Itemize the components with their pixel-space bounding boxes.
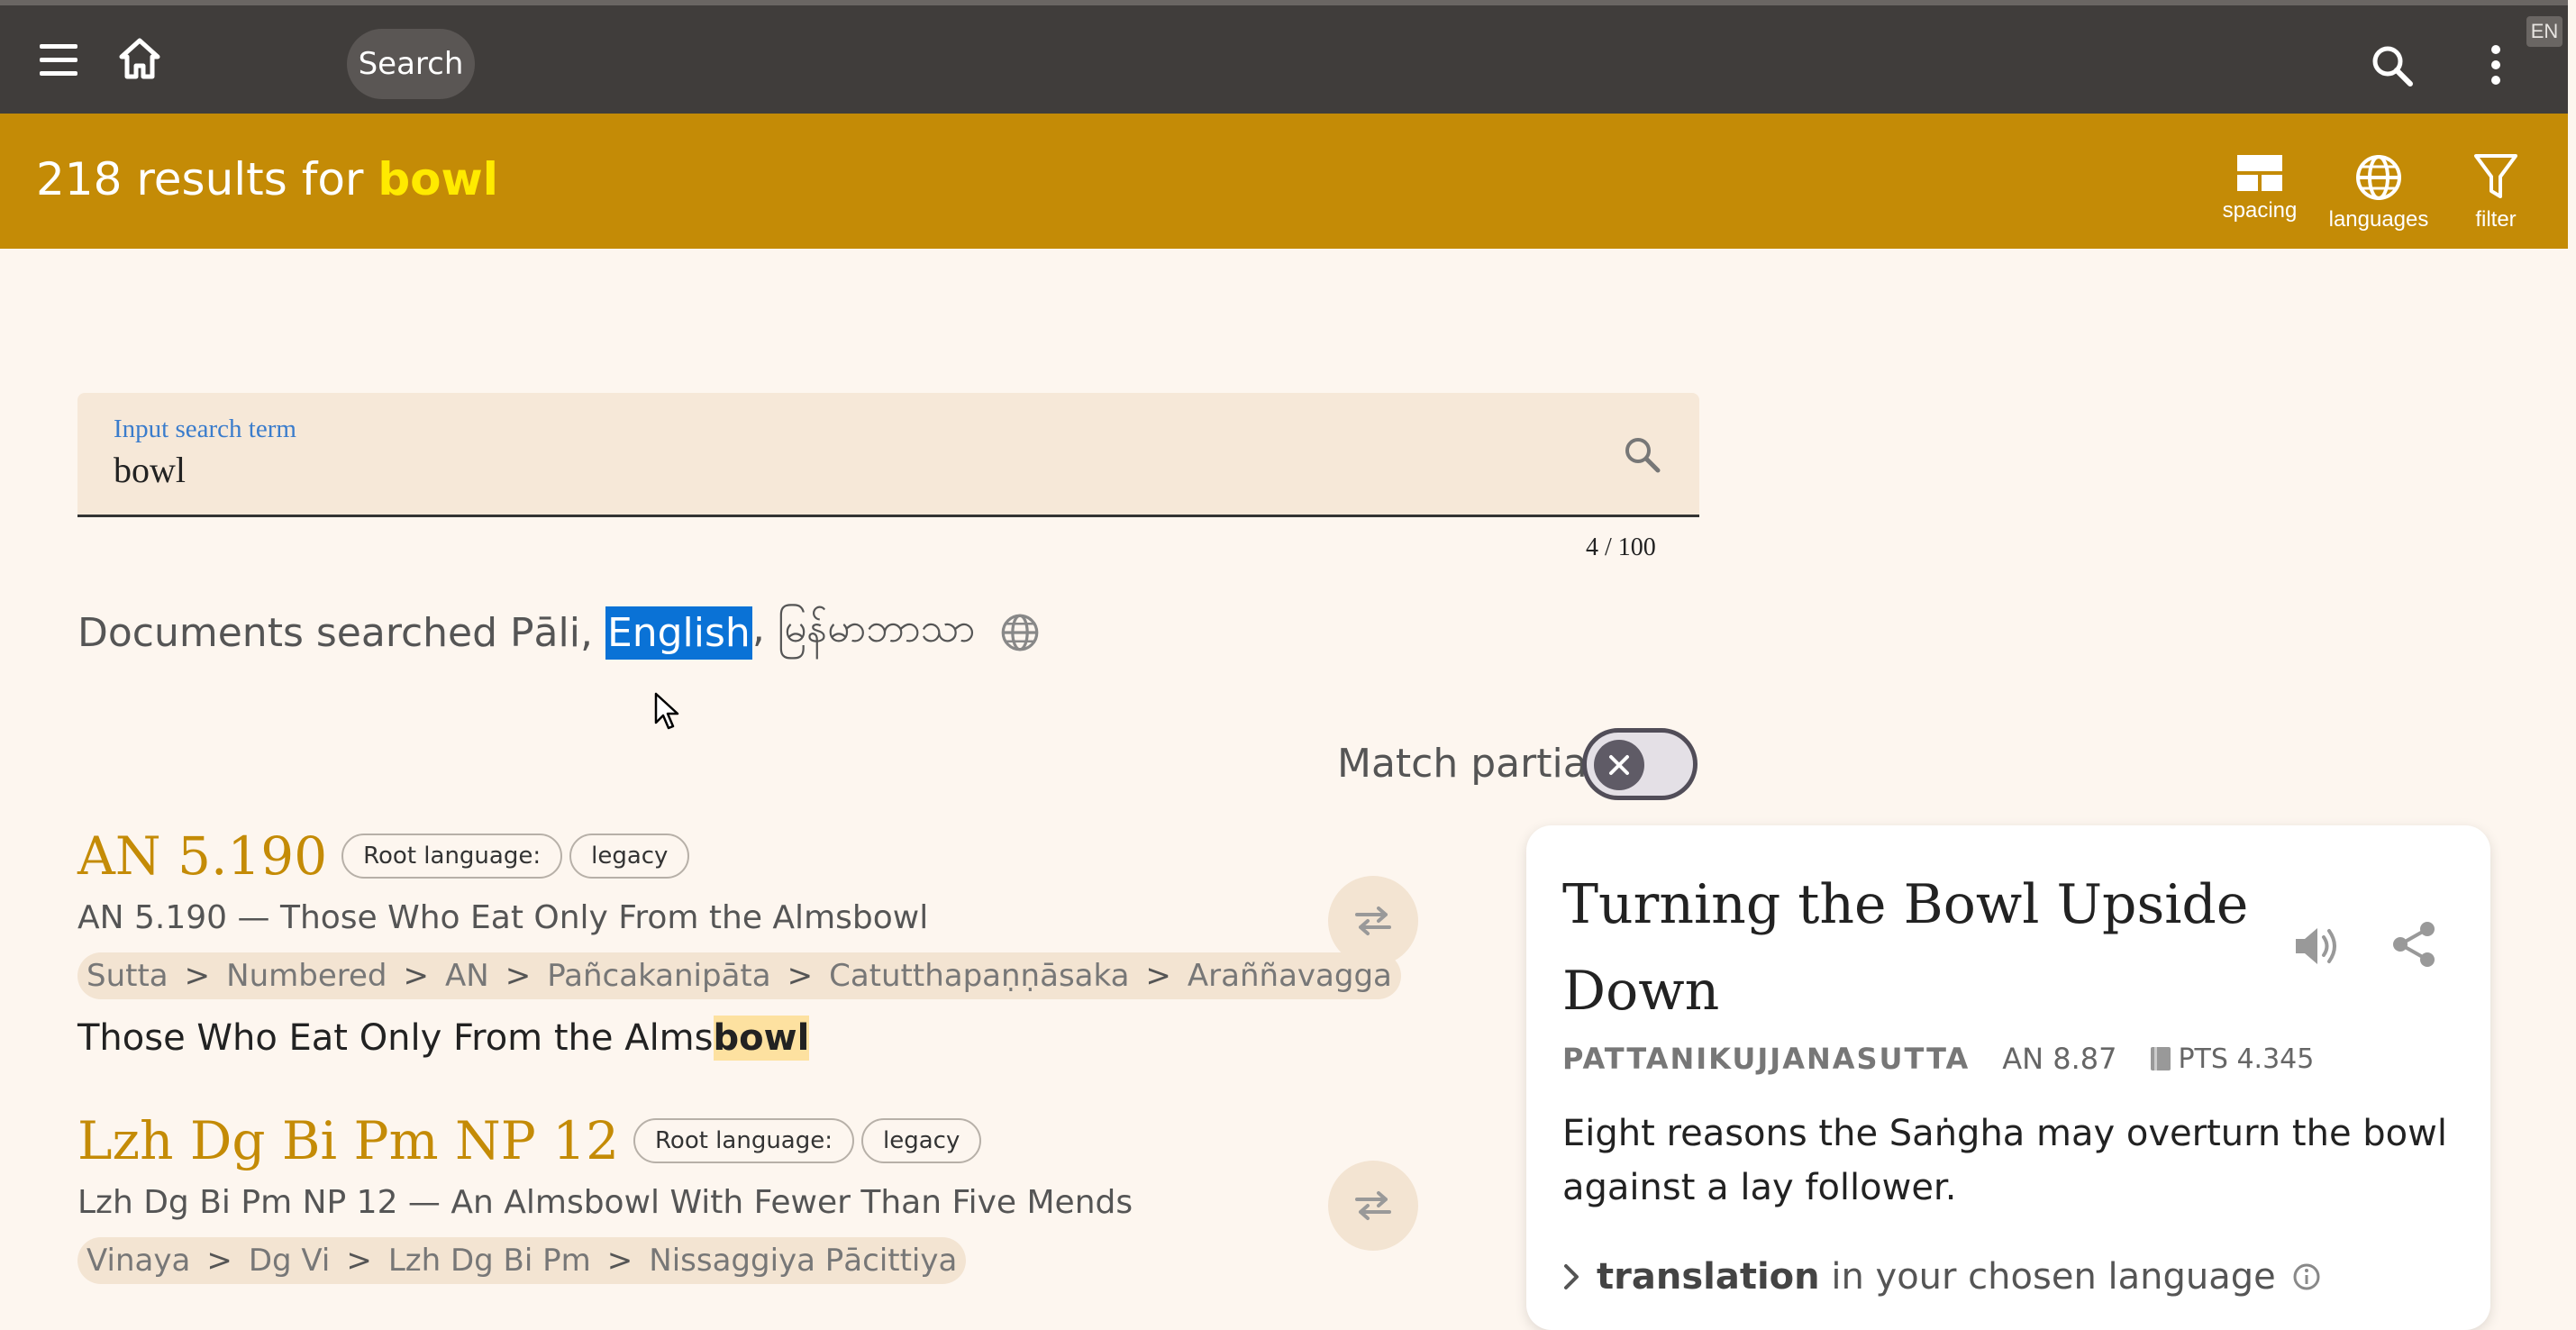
search-result: Lzh Dg Bi Pm NP 12 Root language: legacy… <box>77 1110 1133 1284</box>
filter-icon <box>2474 154 2517 198</box>
pts-text: PTS 4.345 <box>2178 1043 2315 1075</box>
search-icon[interactable] <box>1620 433 1663 476</box>
documents-searched-selected: English <box>605 606 752 660</box>
documents-searched: Documents searched Pāli, English, မြန်မာ… <box>77 604 1040 661</box>
root-language-chip: Root language: <box>633 1118 854 1163</box>
globe-icon <box>2356 155 2401 200</box>
language-badge[interactable]: EN <box>2526 16 2562 47</box>
breadcrumb: Sutta > Numbered > AN > Pañcakanipāta > Catu… <box>77 952 1401 999</box>
results-count: 218 results for <box>36 153 364 205</box>
snippet-text: Those Who Eat Only From the Alms <box>77 1017 714 1059</box>
root-language-chip: Root language: <box>341 834 563 879</box>
snippet-highlight: bowl <box>713 1016 810 1061</box>
documents-searched-suffix: , မြန်မာဘာသာ <box>751 606 976 651</box>
top-app-bar: Search EN <box>0 0 2568 114</box>
breadcrumb-item[interactable]: AN <box>445 958 489 994</box>
breadcrumb-item[interactable]: Nissaggiya Pācittiya <box>649 1243 957 1279</box>
search-input[interactable]: bowl <box>114 449 186 491</box>
search-input-field[interactable]: Input search term bowl <box>77 393 1699 517</box>
info-icon[interactable] <box>2292 1262 2321 1291</box>
breadcrumb-item[interactable]: Catutthapaṇṇāsaka <box>829 958 1129 994</box>
results-header: 218 results for bowl spacing languages f… <box>0 114 2568 249</box>
close-icon <box>1609 755 1629 775</box>
breadcrumb-item[interactable]: Lzh Dg Bi Pm <box>388 1243 591 1279</box>
filter-label: filter <box>2475 207 2517 232</box>
card-title[interactable]: Turning the Bowl Upside Down <box>1562 861 2265 1034</box>
pali-title: PATTANIKUJJANASUTTA <box>1562 1042 1971 1076</box>
spacing-label: spacing <box>2222 198 2298 223</box>
languages-label: languages <box>2328 207 2429 232</box>
globe-icon[interactable] <box>1000 613 1040 652</box>
breadcrumb-item[interactable]: Sutta <box>86 958 168 994</box>
search-result: AN 5.190 Root language: legacy AN 5.190 … <box>77 825 1401 1061</box>
translation-expander[interactable]: translation in your chosen language <box>1562 1256 2321 1298</box>
swap-icon[interactable] <box>1328 876 1418 966</box>
home-icon[interactable] <box>115 34 164 83</box>
result-title[interactable]: AN 5.190 <box>77 825 327 887</box>
sutta-preview-card: Turning the Bowl Upside Down PATTANIKUJJ… <box>1526 825 2490 1330</box>
result-subtitle: AN 5.190 — Those Who Eat Only From the A… <box>77 899 929 936</box>
spacing-button[interactable]: spacing <box>2206 153 2314 223</box>
results-title: 218 results for bowl <box>36 153 498 205</box>
result-title[interactable]: Lzh Dg Bi Pm NP 12 <box>77 1110 619 1171</box>
speaker-icon[interactable] <box>2290 921 2341 971</box>
search-icon[interactable] <box>2368 41 2417 90</box>
spacing-icon <box>2237 155 2282 191</box>
translation-rest: in your chosen language <box>1819 1256 2276 1298</box>
breadcrumb-item[interactable]: Numbered <box>226 958 387 994</box>
match-partial-toggle[interactable] <box>1582 728 1698 800</box>
legacy-chip: legacy <box>569 834 690 879</box>
card-blurb: Eight reasons the Saṅgha may overturn th… <box>1562 1113 2447 1208</box>
book-icon <box>2151 1047 2171 1070</box>
breadcrumb-item[interactable]: Dg Vi <box>249 1243 331 1279</box>
result-subtitle: Lzh Dg Bi Pm NP 12 — An Almsbowl With Fe… <box>77 1184 1133 1221</box>
sutta-reference: AN 8.87 <box>2002 1042 2117 1076</box>
mouse-cursor-icon <box>654 692 679 730</box>
swap-icon[interactable] <box>1328 1161 1418 1251</box>
card-meta: PATTANIKUJJANASUTTA AN 8.87 PTS 4.345 <box>1562 1042 2314 1076</box>
legacy-chip: legacy <box>861 1118 982 1163</box>
match-partial-label: Match partial <box>1337 741 1598 787</box>
share-icon[interactable] <box>2389 919 2440 970</box>
result-snippet: Those Who Eat Only From the Almsbowl <box>77 1016 1401 1061</box>
breadcrumb-item[interactable]: Pañcakanipāta <box>547 958 770 994</box>
toggle-knob <box>1594 740 1644 790</box>
results-term: bowl <box>378 153 498 205</box>
breadcrumb-item[interactable]: Vinaya <box>86 1243 190 1279</box>
search-tab-button[interactable]: Search <box>347 29 475 99</box>
filter-button[interactable]: filter <box>2442 153 2550 232</box>
search-input-label: Input search term <box>114 414 296 443</box>
breadcrumb: Vinaya > Dg Vi > Lzh Dg Bi Pm > Nissaggiya … <box>77 1237 967 1284</box>
documents-searched-prefix: Documents searched Pāli, <box>77 609 593 656</box>
more-vert-icon[interactable] <box>2478 40 2514 90</box>
translation-label: translation <box>1597 1256 1820 1298</box>
pts-reference: PTS 4.345 <box>2149 1043 2314 1075</box>
character-counter: 4 / 100 <box>1586 533 1656 561</box>
languages-button[interactable]: languages <box>2325 153 2433 232</box>
chevron-right-icon <box>1564 1264 1579 1289</box>
menu-icon[interactable] <box>36 38 81 83</box>
